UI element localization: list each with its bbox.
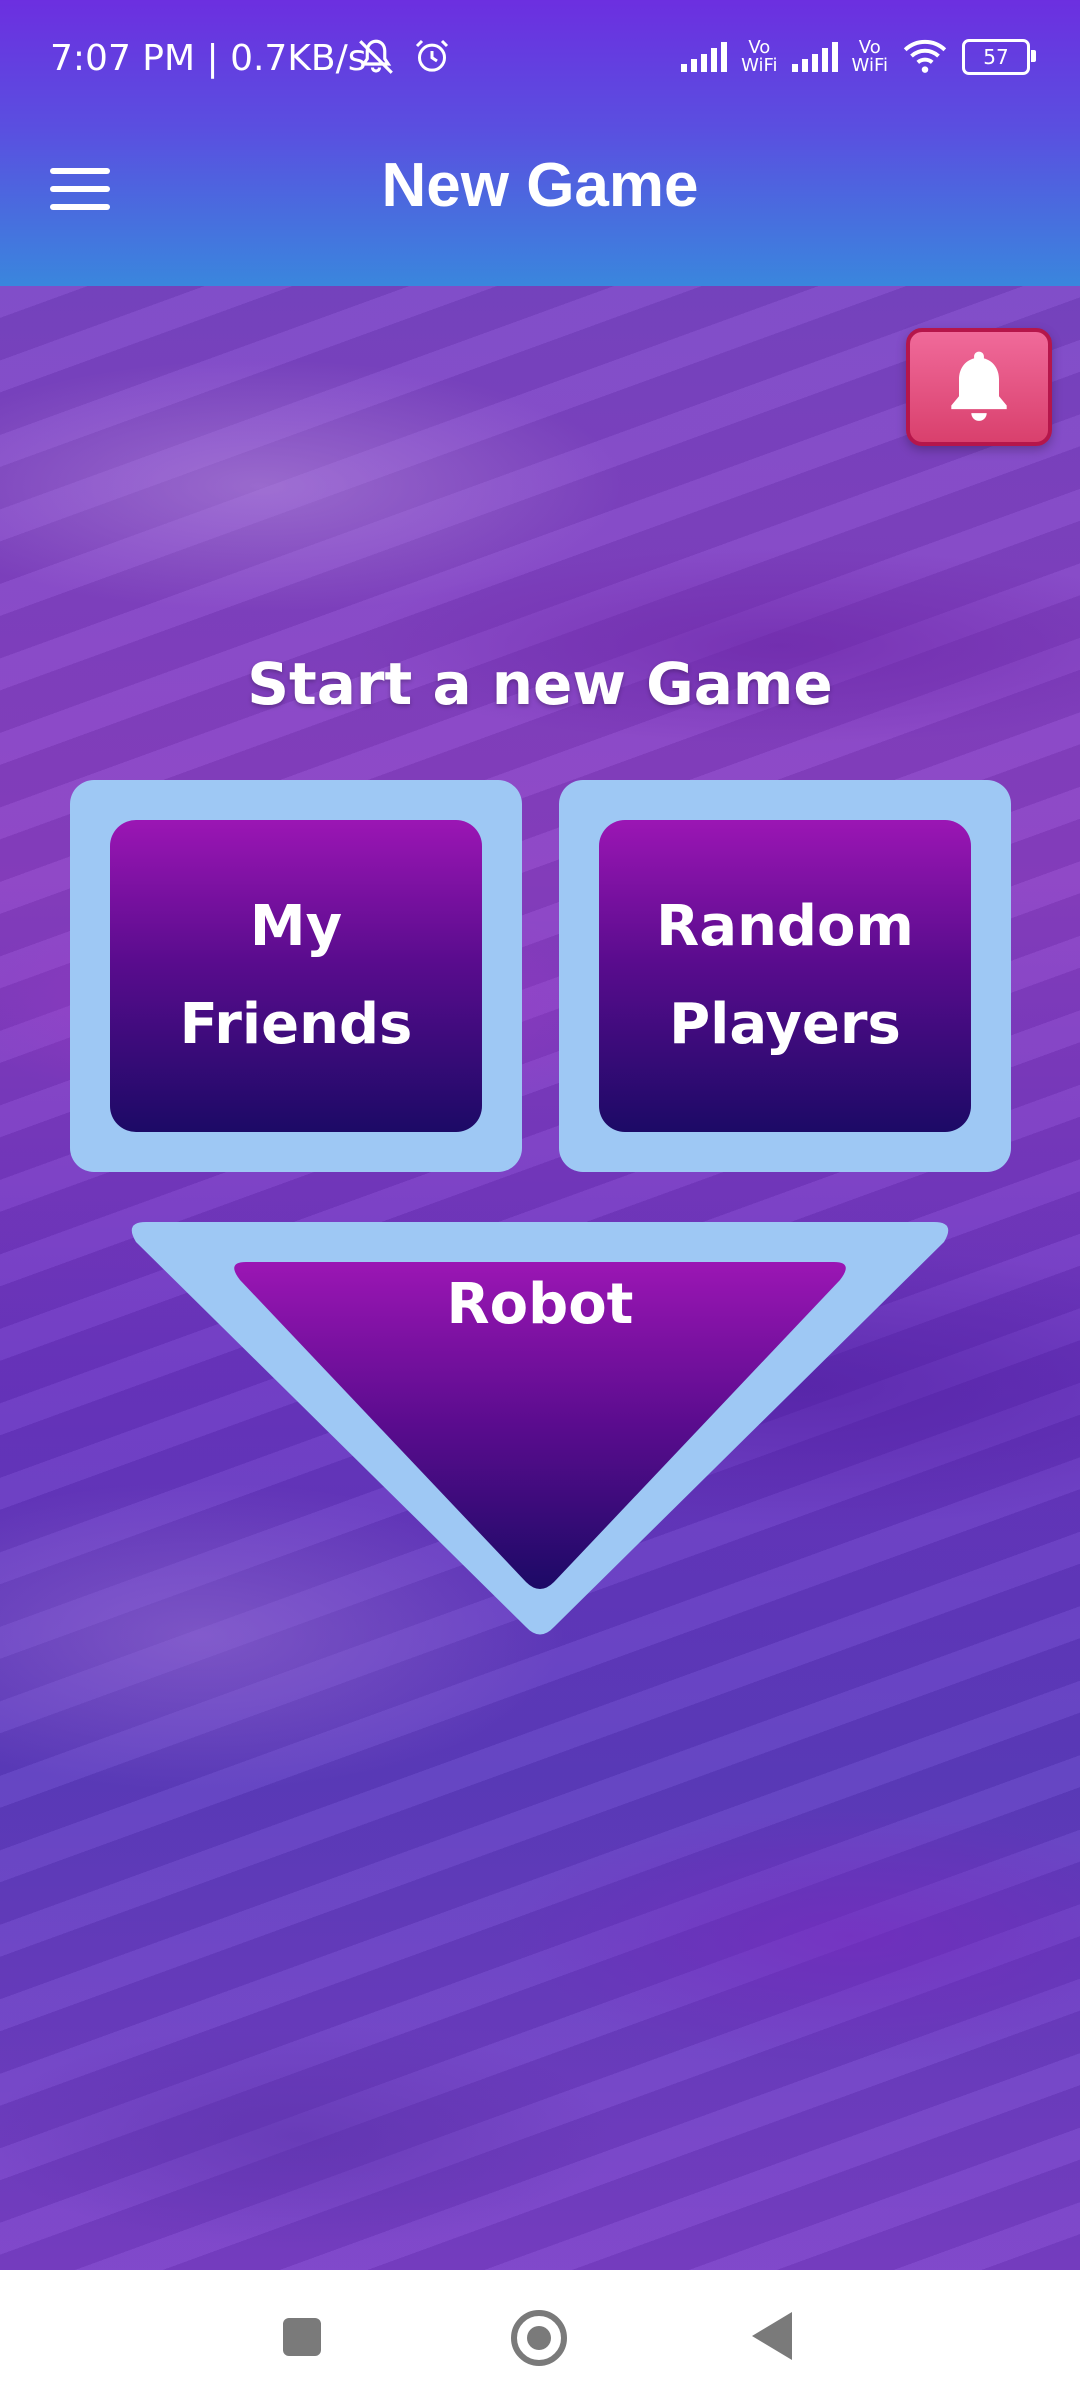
status-right-group: Vo WiFi Vo WiFi 57 (681, 34, 1036, 80)
random-players-button[interactable]: Random Players (599, 820, 971, 1132)
random-players-card[interactable]: Random Players (559, 780, 1011, 1172)
robot-button[interactable]: Robot (126, 1222, 954, 1642)
status-time: 7:07 PM | 0.7KB/s (50, 38, 367, 79)
notification-button[interactable] (906, 328, 1052, 446)
my-friends-button[interactable]: My Friends (110, 820, 482, 1132)
page-title: New Game (381, 151, 699, 220)
back-triangle-icon[interactable] (752, 2312, 792, 2360)
game-menu-area: Start a new Game My Friends Random Playe… (0, 286, 1080, 2270)
robot-label: Robot (446, 1272, 634, 1337)
recents-square-icon[interactable] (283, 2318, 321, 2356)
battery-level: 57 (983, 45, 1009, 69)
status-bar: 7:07 PM | 0.7KB/s Vo WiFi Vo WiFi 57 (0, 0, 1080, 115)
my-friends-card[interactable]: My Friends (70, 780, 522, 1172)
signal-icon (791, 42, 838, 72)
vowifi-label: Vo WiFi (741, 37, 778, 76)
signal-icon (681, 42, 728, 72)
bell-off-icon (359, 39, 393, 74)
vowifi-label: Vo WiFi (851, 37, 888, 76)
alarm-icon (415, 39, 449, 72)
app-header: 7:07 PM | 0.7KB/s Vo WiFi Vo WiFi 57 New… (0, 0, 1080, 286)
bell-icon (951, 351, 1007, 421)
home-circle-icon[interactable] (511, 2310, 567, 2366)
system-nav-bar (0, 2270, 1080, 2400)
wifi-icon (903, 39, 947, 73)
start-game-heading: Start a new Game (247, 650, 833, 718)
battery-icon: 57 (962, 39, 1036, 75)
